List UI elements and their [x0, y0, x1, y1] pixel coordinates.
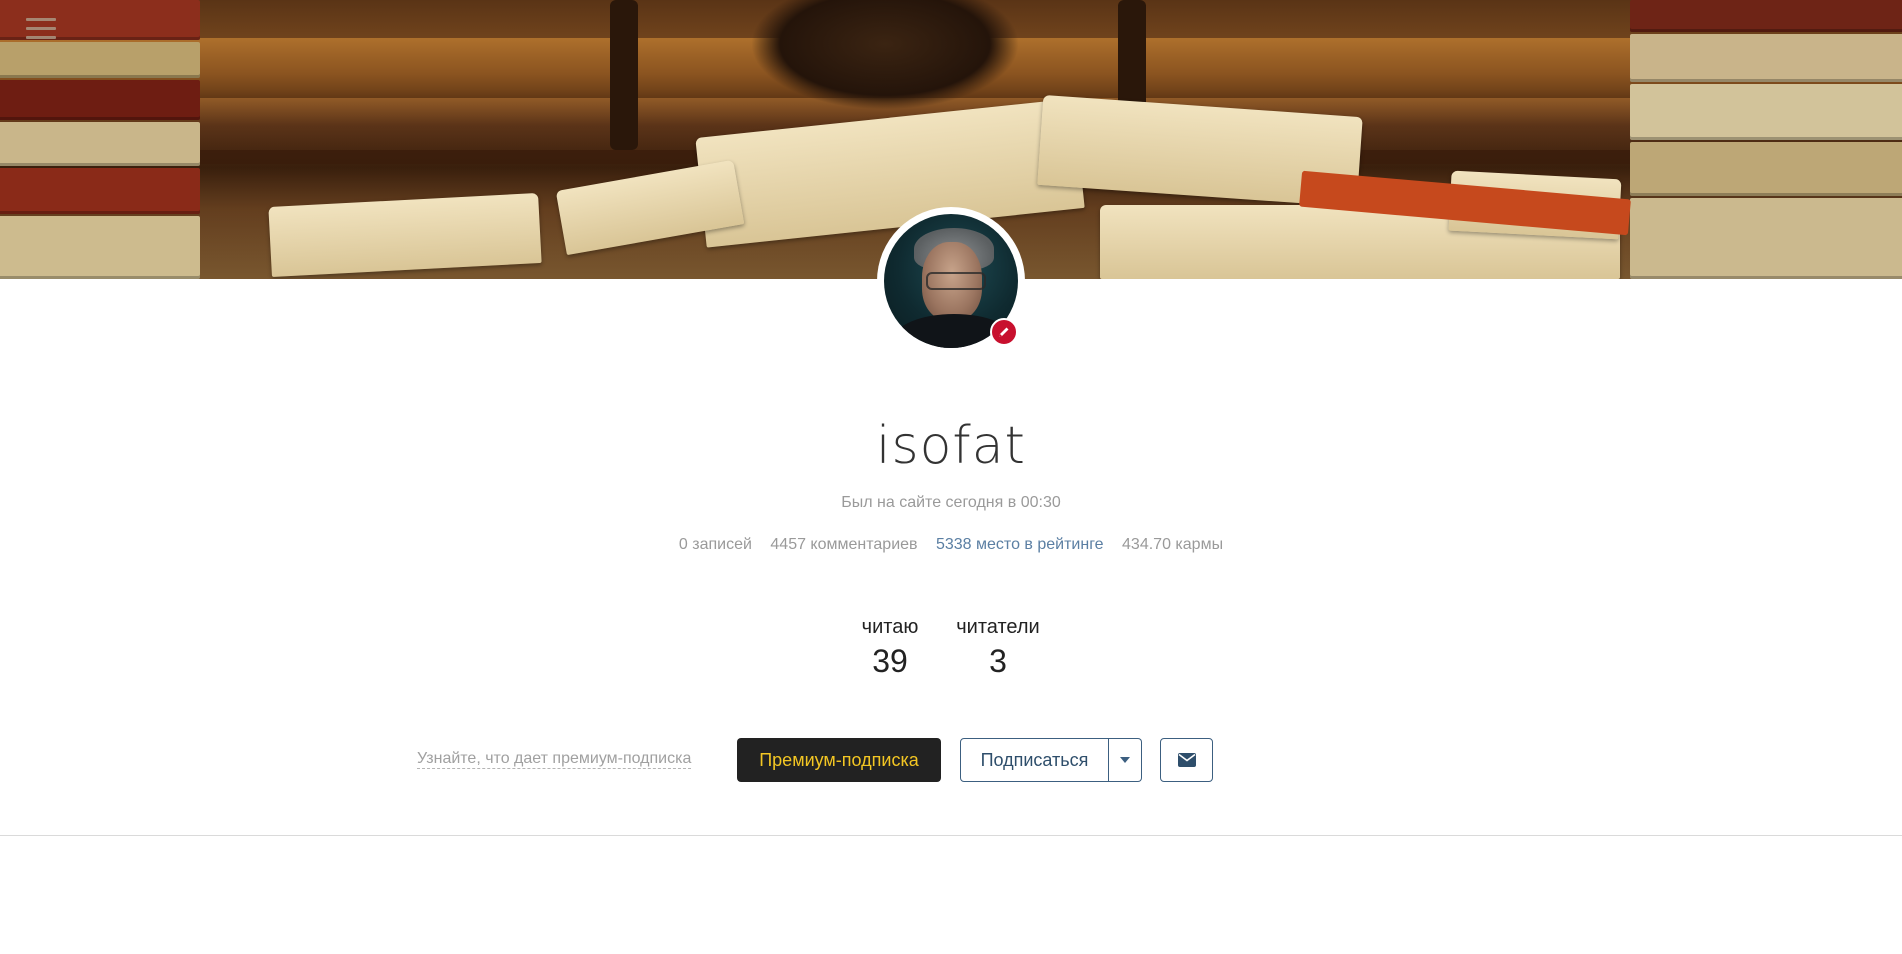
reading-counter[interactable]: читаю 39	[846, 616, 934, 680]
reading-count: 39	[872, 643, 908, 679]
readers-label: читатели	[956, 616, 1040, 638]
profile-stats: 0 записей 4457 комментариев 5338 место в…	[0, 536, 1902, 554]
reading-label: читаю	[861, 616, 919, 638]
pen-icon	[999, 327, 1009, 337]
rating-link[interactable]: 5338 место в рейтинге	[936, 536, 1104, 553]
readers-count: 3	[989, 643, 1007, 679]
profile-username: isofat	[876, 416, 1026, 476]
author-badge	[990, 318, 1018, 346]
send-message-button[interactable]	[1160, 738, 1213, 782]
posts-count: 0 записей	[678, 536, 752, 553]
profile-actions: Узнайте, что дает премиум-подписка Преми…	[0, 738, 1902, 782]
subscribe-dropdown-button[interactable]	[1109, 738, 1142, 782]
comments-count: 4457 комментариев	[770, 536, 918, 553]
hamburger-menu-icon	[26, 18, 56, 21]
menu-button[interactable]	[26, 18, 56, 44]
envelope-icon	[1177, 753, 1196, 767]
karma-count: 434.70 кармы	[1122, 536, 1224, 553]
readers-counter[interactable]: читатели 3	[948, 616, 1048, 680]
premium-info-link[interactable]: Узнайте, что дает премиум-подписка	[417, 750, 692, 769]
subscribe-button[interactable]: Подписаться	[960, 738, 1109, 782]
caret-down-icon	[1120, 757, 1130, 763]
divider	[0, 835, 1902, 836]
premium-subscription-button[interactable]: Премиум-подписка	[737, 738, 941, 782]
last-seen-status: Был на сайте сегодня в 00:30	[841, 494, 1061, 511]
subscribe-group: Подписаться	[960, 738, 1142, 782]
